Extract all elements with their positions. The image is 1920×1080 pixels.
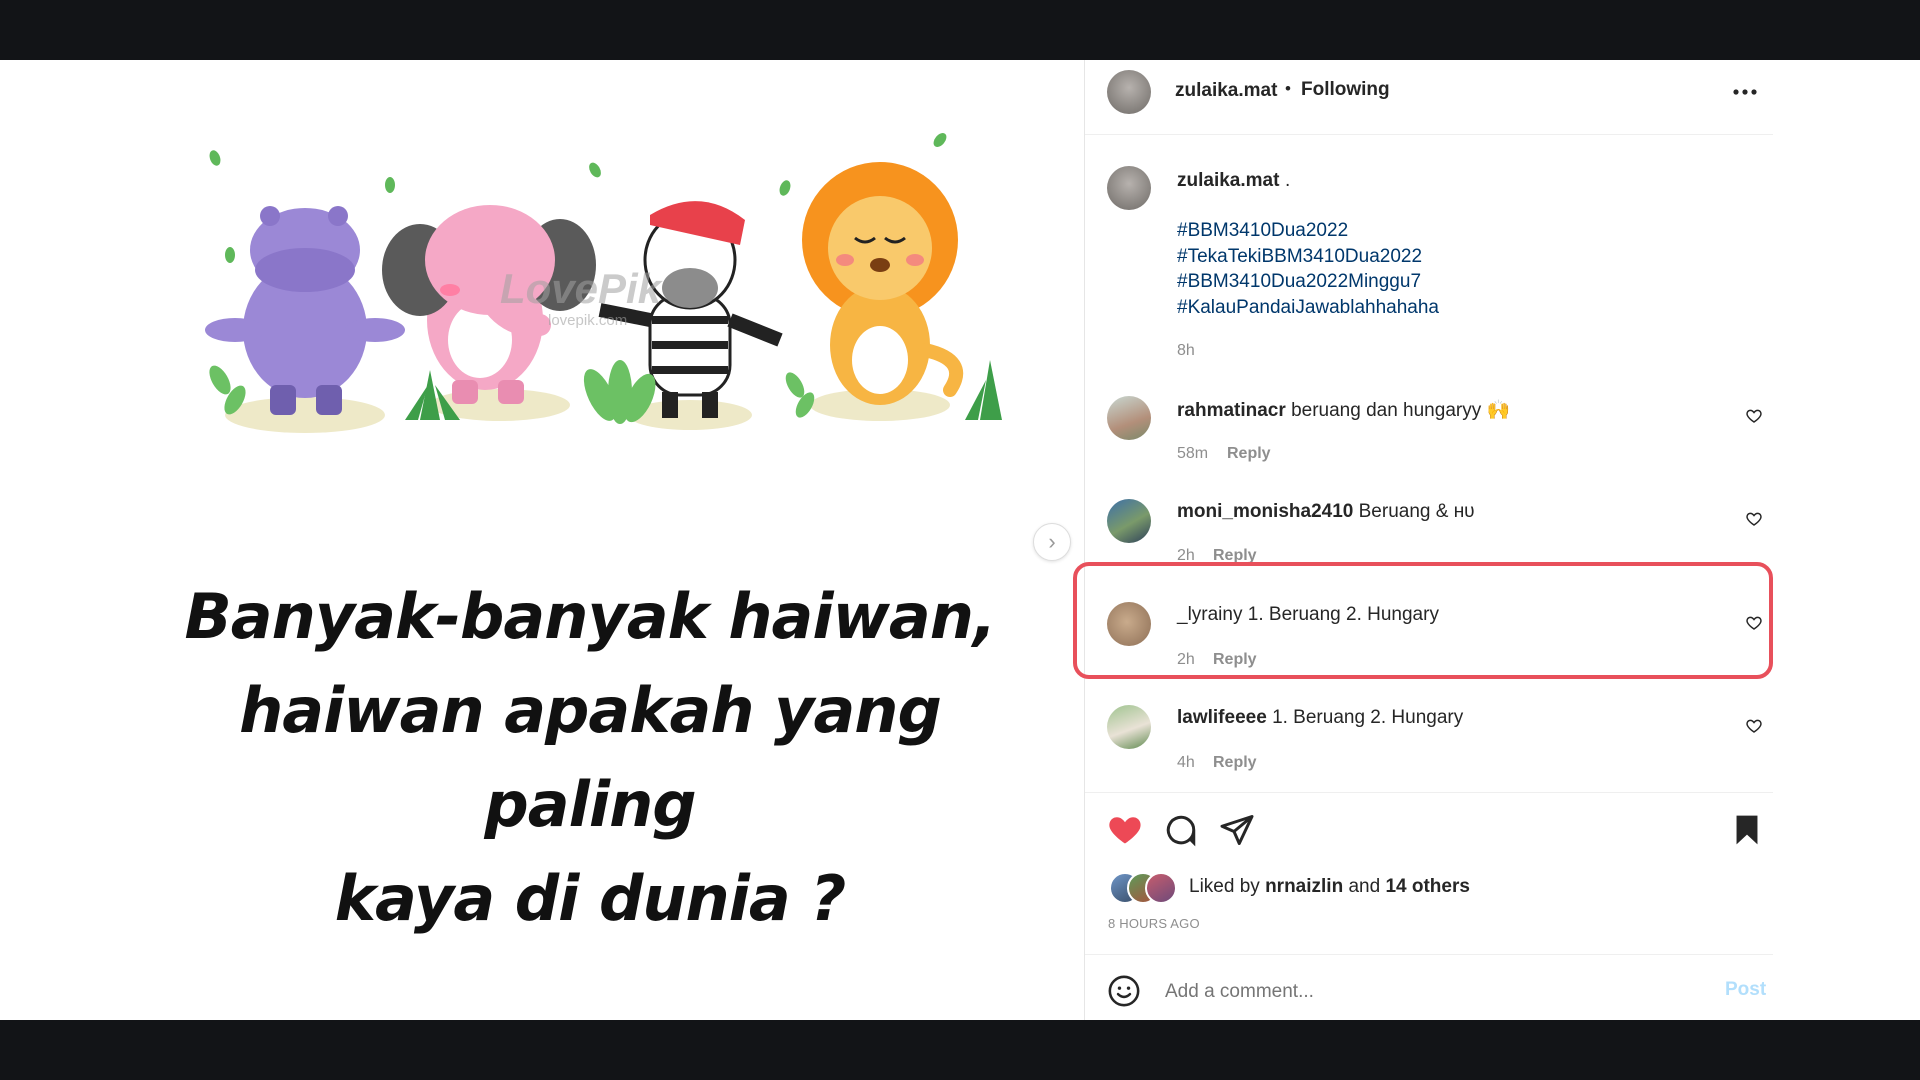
more-horizontal-icon[interactable]	[1731, 82, 1759, 102]
comment-time[interactable]: 2h	[1177, 651, 1195, 669]
comment-text: 1. Beruang 2. Hungary	[1272, 707, 1464, 728]
separator-dot: •	[1285, 79, 1291, 98]
avatar	[1145, 872, 1177, 904]
caption-text: .	[1285, 170, 1291, 191]
avatar[interactable]	[1107, 396, 1151, 440]
avatar[interactable]	[1107, 499, 1151, 543]
reply-button[interactable]: Reply	[1213, 651, 1257, 669]
liked-by-and: and	[1348, 876, 1381, 897]
post-modal: LovePik lovepik.com Banyak-banyak haiwan…	[0, 60, 1920, 1020]
riddle-line: Banyak-banyak haiwan,	[184, 580, 997, 653]
watermark-url: lovepik.com	[548, 312, 628, 329]
hashtag-link[interactable]: #TekaTekiBBM3410Dua2022	[1177, 244, 1439, 270]
following-button[interactable]: Following	[1301, 79, 1390, 101]
riddle-text: Banyak-banyak haiwan, haiwan apakah yang…	[170, 570, 1010, 946]
avatar[interactable]	[1107, 166, 1151, 210]
comment-row: _lyrainy 1. Beruang 2. Hungary	[1177, 604, 1439, 626]
comment-time[interactable]: 4h	[1177, 754, 1195, 772]
avatar[interactable]	[1107, 602, 1151, 646]
comment-username[interactable]: lawlifeeee	[1177, 707, 1267, 728]
reply-button[interactable]: Reply	[1213, 754, 1257, 772]
liked-by-user[interactable]: nrnaizlin	[1265, 876, 1343, 897]
avatar[interactable]	[1107, 70, 1151, 114]
bottom-letterbox	[0, 1020, 1920, 1080]
comment-row: moni_monisha2410 Beruang & ʜᴜ	[1177, 501, 1475, 523]
hashtag-link[interactable]: #BBM3410Dua2022	[1177, 218, 1439, 244]
watermark: LovePik	[500, 265, 662, 312]
post-comment-button[interactable]: Post	[1725, 979, 1766, 1001]
divider	[1085, 954, 1773, 955]
heart-outline-icon[interactable]	[1746, 718, 1762, 734]
comment-time[interactable]: 58m	[1177, 445, 1208, 463]
comment-text: Beruang & ʜᴜ	[1358, 501, 1475, 522]
post-timestamp[interactable]: 8 HOURS AGO	[1108, 916, 1200, 931]
liked-by-text: Liked by nrnaizlin and 14 others	[1189, 876, 1470, 898]
comment-row: lawlifeeee 1. Beruang 2. Hungary	[1177, 707, 1463, 729]
emoji-icon[interactable]	[1107, 974, 1141, 1008]
comment-username[interactable]: rahmatinacr	[1177, 400, 1286, 421]
comment-text: beruang dan hungaryy 🙌	[1291, 400, 1511, 421]
bookmark-filled-icon[interactable]	[1731, 813, 1763, 847]
riddle-line: haiwan apakah yang paling	[239, 674, 942, 841]
share-icon[interactable]	[1219, 812, 1255, 848]
comment-username[interactable]: moni_monisha2410	[1177, 501, 1353, 522]
comment-username[interactable]: _lyrainy	[1177, 604, 1242, 625]
next-slide-button[interactable]: ›	[1033, 523, 1071, 561]
top-letterbox	[0, 0, 1920, 60]
liked-by-prefix: Liked by	[1189, 876, 1260, 897]
post-author-username[interactable]: zulaika.mat	[1175, 80, 1277, 102]
caption-username[interactable]: zulaika.mat	[1177, 170, 1279, 192]
hashtag-list: #BBM3410Dua2022 #TekaTekiBBM3410Dua2022 …	[1177, 218, 1439, 320]
riddle-line: kaya di dunia ?	[334, 862, 847, 935]
heart-outline-icon[interactable]	[1746, 408, 1762, 424]
hashtag-link[interactable]: #KalauPandaiJawablahhahaha	[1177, 295, 1439, 321]
comment-icon[interactable]	[1163, 812, 1199, 848]
comment-text: 1. Beruang 2. Hungary	[1247, 604, 1439, 625]
heart-outline-icon[interactable]	[1746, 511, 1762, 527]
reply-button[interactable]: Reply	[1227, 445, 1271, 463]
comment-input[interactable]	[1163, 974, 1687, 1010]
heart-filled-icon[interactable]	[1107, 812, 1143, 848]
heart-outline-icon[interactable]	[1746, 615, 1762, 631]
liked-by-others[interactable]: 14 others	[1385, 876, 1469, 897]
avatar[interactable]	[1107, 705, 1151, 749]
comment-row: rahmatinacr beruang dan hungaryy 🙌	[1177, 398, 1510, 422]
post-details-panel: zulaika.mat • Following zulaika.mat . #B…	[1073, 60, 1773, 1020]
post-media: LovePik lovepik.com Banyak-banyak haiwan…	[0, 60, 1084, 1020]
divider	[1085, 792, 1773, 793]
chevron-right-icon: ›	[1048, 529, 1056, 554]
post-header: zulaika.mat • Following	[1085, 60, 1773, 135]
caption-time[interactable]: 8h	[1177, 342, 1195, 360]
hashtag-link[interactable]: #BBM3410Dua2022Minggu7	[1177, 269, 1439, 295]
